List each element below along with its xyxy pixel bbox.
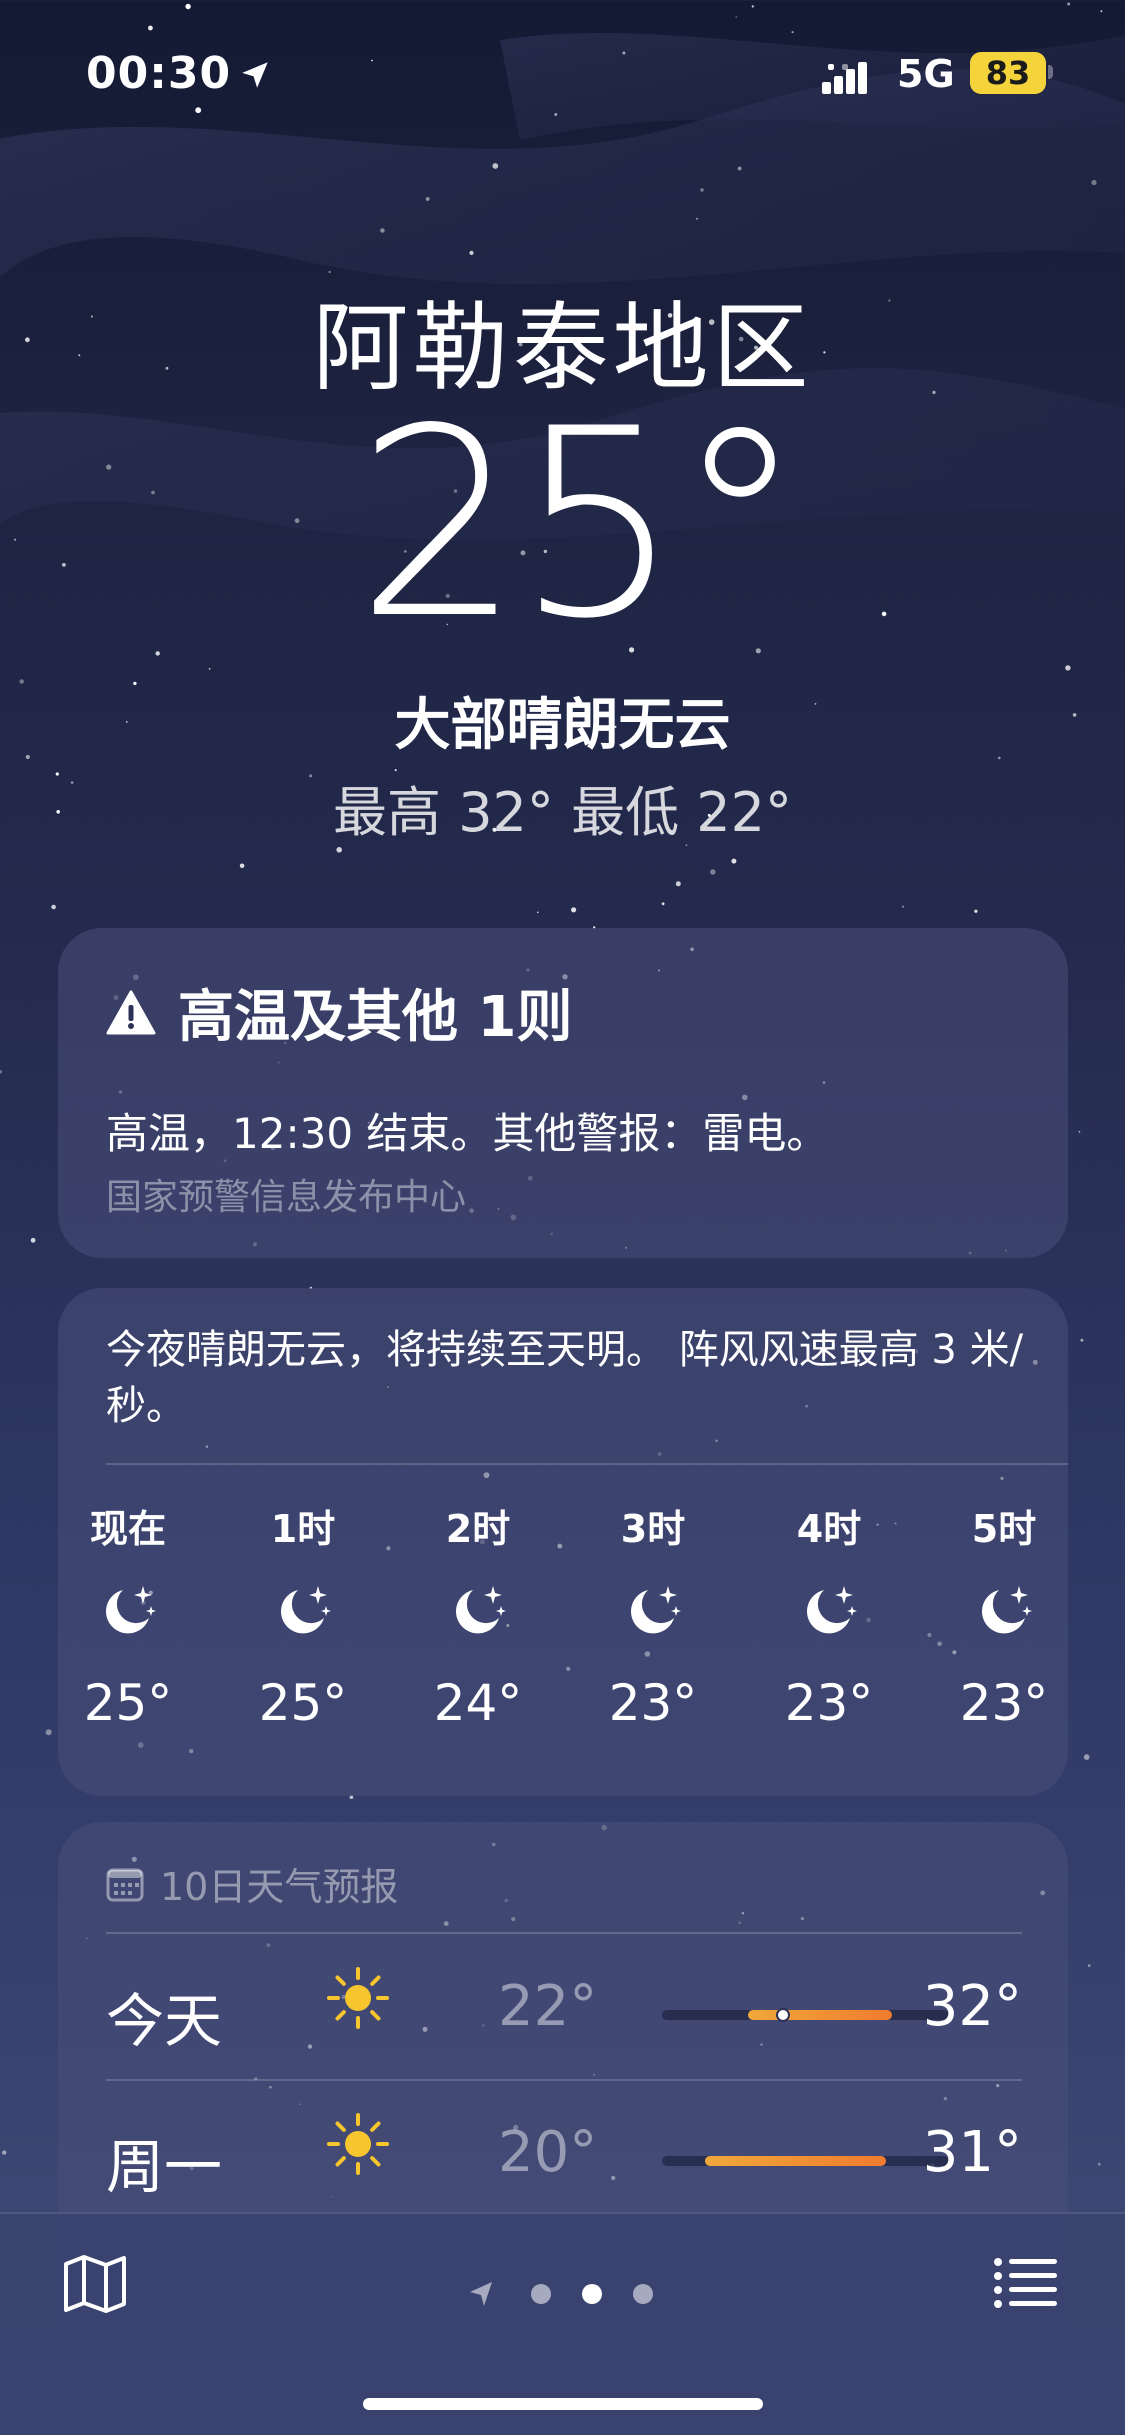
hourly-item: 1时 25° [243, 1498, 363, 1732]
forecast-high-temp: 31° [922, 2120, 1022, 2185]
sun-icon [327, 2113, 389, 2175]
hourly-time-label: 4时 [796, 1507, 862, 1551]
hourly-item: 现在 25° [68, 1498, 188, 1732]
forecast-day-label: 周一 [106, 2133, 223, 2201]
moon-stars-icon [944, 1558, 1064, 1668]
status-bar: 00:30 5G 83 [0, 48, 1125, 108]
moon-stars-icon [418, 1558, 538, 1668]
hourly-time-label: 1时 [270, 1507, 336, 1551]
temperature-range-bar [662, 2008, 949, 2022]
moon-stars-icon [982, 1586, 1032, 1634]
forecast-low-temp: 22° [498, 1974, 598, 2039]
cellular-signal-icon [822, 62, 867, 94]
battery-indicator: 83 [970, 52, 1046, 94]
moon-stars-icon [631, 1586, 681, 1634]
forecast-header-label: 10日天气预报 [160, 1865, 399, 1909]
hourly-time-label: 现在 [89, 1507, 166, 1551]
hourly-temperature: 23° [784, 1674, 874, 1732]
forecast-low-temp: 20° [498, 2120, 598, 2185]
map-icon[interactable] [62, 2254, 128, 2314]
temperature-range-fill [748, 2010, 892, 2020]
bottom-toolbar [0, 2212, 1125, 2435]
forecast-row-monday[interactable]: 周一 20° 31° [106, 2080, 1022, 2225]
moon-stars-icon [807, 1586, 857, 1634]
hourly-temperature: 25° [83, 1674, 173, 1732]
sun-icon [327, 1967, 389, 2029]
list-icon[interactable] [993, 2256, 1059, 2310]
weather-alert-card[interactable]: 高温及其他 1则 高温，12:30 结束。其他警报：雷电。 国家预警信息发布中心 [58, 928, 1068, 1258]
forecast-day-label: 今天 [106, 1987, 223, 2055]
hourly-time-label: 2时 [445, 1507, 511, 1551]
warning-triangle-icon [106, 990, 156, 1034]
alert-description: 高温，12:30 结束。其他警报：雷电。 [106, 1109, 829, 1158]
alert-title: 高温及其他 1则 [178, 985, 573, 1050]
hourly-item: 3时 23° [593, 1498, 713, 1732]
moon-stars-icon [106, 1586, 156, 1634]
home-indicator[interactable] [363, 2398, 763, 2410]
current-temperature-marker [775, 2008, 790, 2022]
hourly-summary: 今夜晴朗无云，将持续至天明。 阵风风速最高 3 米/秒。 [106, 1327, 1024, 1429]
high-low-temperature: 最高 32° 最低 22° [333, 781, 792, 844]
hourly-item: 4时 23° [769, 1498, 889, 1732]
hourly-item: 2时 24° [418, 1498, 538, 1732]
hourly-temperature: 23° [608, 1674, 698, 1732]
alert-title-row: 高温及其他 1则 [106, 972, 572, 1053]
page-dot [531, 2284, 551, 2304]
current-condition: 大部晴朗无云 [394, 693, 731, 758]
moon-stars-icon [456, 1586, 506, 1634]
moon-stars-icon [68, 1558, 188, 1668]
hourly-forecast-card[interactable]: 今夜晴朗无云，将持续至天明。 阵风风速最高 3 米/秒。 现在 25° 1时 25° 2… [58, 1288, 1068, 1796]
alert-source: 国家预警信息发布中心 [106, 1177, 467, 1218]
forecast-header: 10日天气预报 [106, 1856, 398, 1911]
forecast-high-temp: 32° [922, 1974, 1022, 2039]
hourly-time-label: 5时 [971, 1507, 1037, 1551]
temperature-range-bar [662, 2156, 949, 2166]
moon-stars-icon [243, 1558, 363, 1668]
moon-stars-icon [281, 1586, 331, 1634]
temperature-range-fill [705, 2156, 886, 2166]
current-temperature: 25° [356, 374, 805, 676]
battery-tip [1048, 65, 1053, 79]
status-time: 00:30 [86, 48, 232, 99]
calendar-icon [106, 1868, 144, 1901]
hourly-temperature: 25° [258, 1674, 348, 1732]
page-indicator[interactable] [468, 2274, 668, 2314]
hourly-item: 5时 23° [944, 1498, 1064, 1732]
hourly-temperature: 24° [433, 1674, 523, 1732]
location-arrow-icon [470, 2282, 492, 2306]
network-type: 5G [897, 52, 955, 96]
forecast-row-today[interactable]: 今天 22° 32° [106, 1934, 1022, 2079]
page-dot [633, 2284, 653, 2304]
page-dot-active [582, 2284, 602, 2304]
moon-stars-icon [593, 1558, 713, 1668]
divider [106, 1463, 1068, 1465]
moon-stars-icon [769, 1558, 889, 1668]
location-services-icon [242, 62, 268, 88]
hourly-temperature: 23° [959, 1674, 1049, 1732]
hourly-time-label: 3时 [620, 1507, 686, 1551]
